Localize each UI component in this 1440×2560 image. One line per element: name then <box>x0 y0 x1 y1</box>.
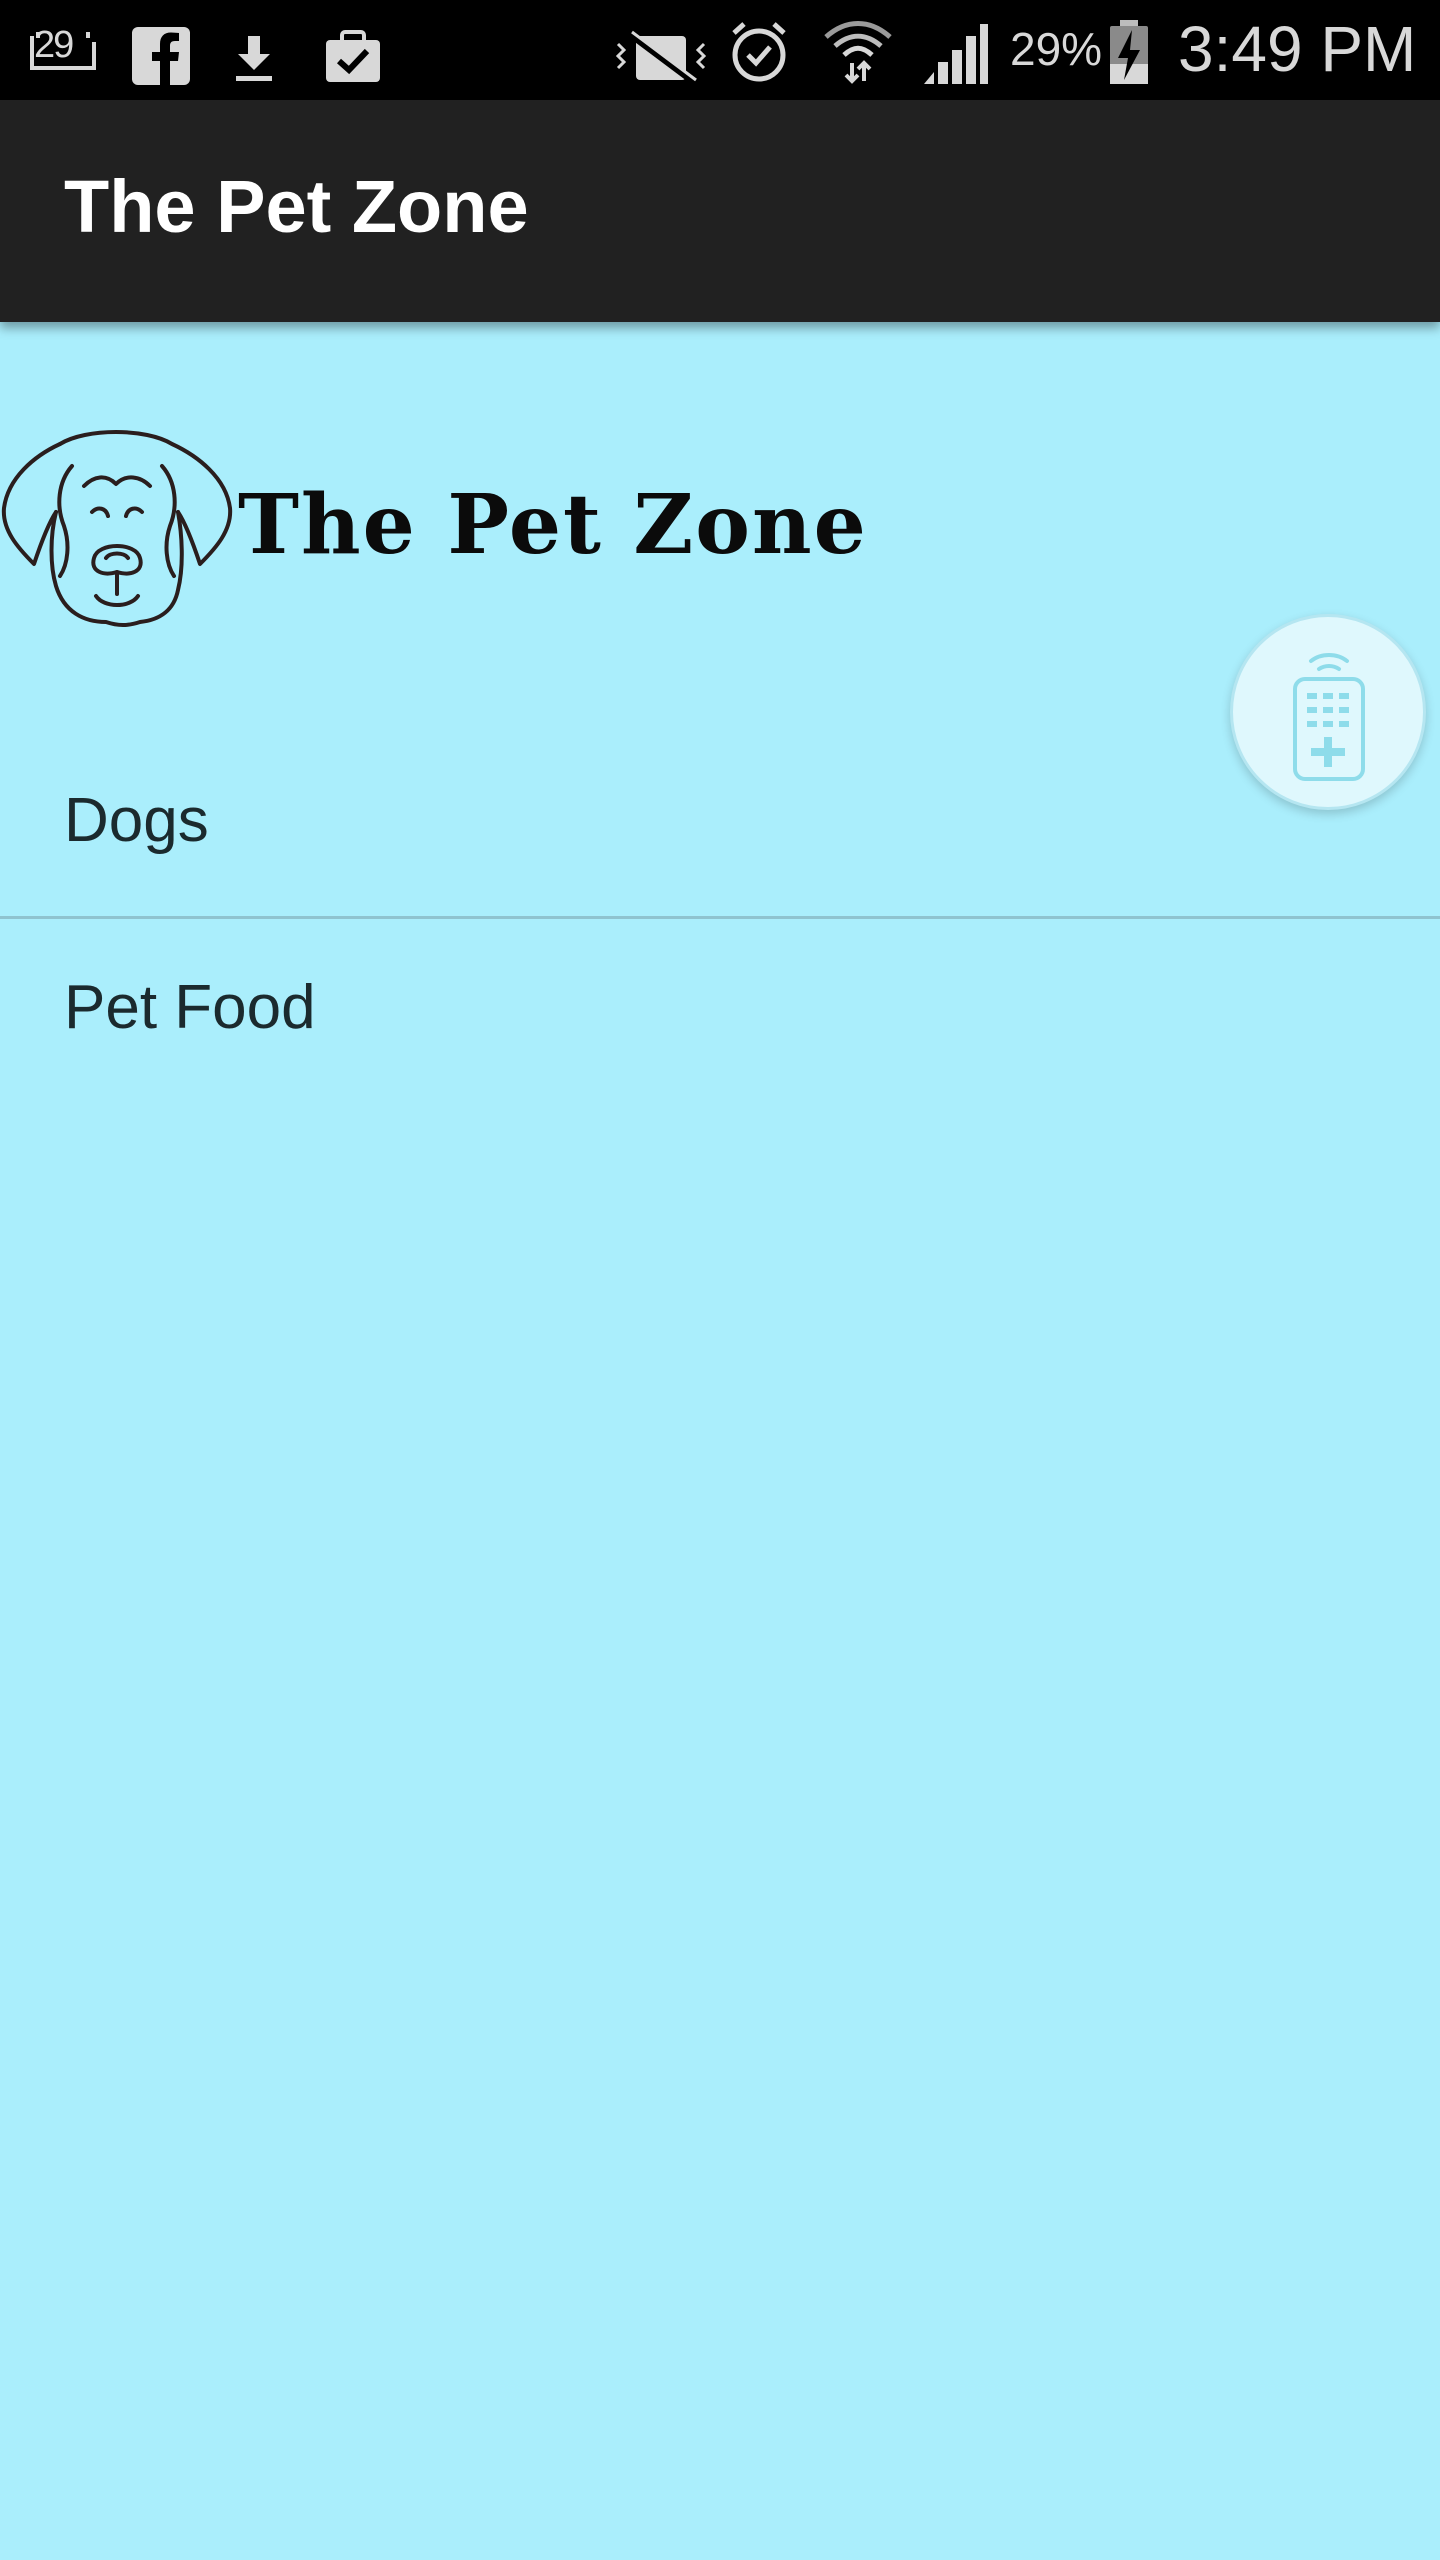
status-bar: 29 29% 3:49 PM <box>0 0 1440 100</box>
pet-zone-logo: The Pet Zone <box>0 426 866 632</box>
vibrate-icon <box>615 30 707 85</box>
battery-charging-icon <box>1110 20 1148 84</box>
facebook-icon <box>132 27 190 85</box>
list-item-pet-food[interactable]: Pet Food <box>0 919 1440 1119</box>
remote-control-button[interactable] <box>1230 614 1426 810</box>
list-item-label: Pet Food <box>64 973 316 1042</box>
wifi-icon <box>824 21 892 84</box>
logo-text: The Pet Zone <box>238 477 868 573</box>
calendar-badge-icon: 29 <box>28 24 98 74</box>
battery-percent: 29% <box>1010 23 1103 75</box>
app-title: The Pet Zone <box>64 165 529 248</box>
alarm-icon <box>732 22 786 82</box>
list-item-dogs[interactable]: Dogs <box>0 726 1440 916</box>
notification-count: 29 <box>34 24 74 66</box>
dog-head-icon <box>1 430 233 627</box>
remote-control-icon <box>1293 653 1365 781</box>
download-icon <box>236 36 272 81</box>
signal-icon <box>924 24 988 84</box>
status-clock: 3:49 PM <box>1178 13 1417 85</box>
list-item-label: Dogs <box>64 786 209 855</box>
action-bar: The Pet Zone <box>0 100 1440 322</box>
clipboard-check-icon <box>326 30 380 82</box>
category-list: Dogs Pet Food <box>0 726 1440 1119</box>
